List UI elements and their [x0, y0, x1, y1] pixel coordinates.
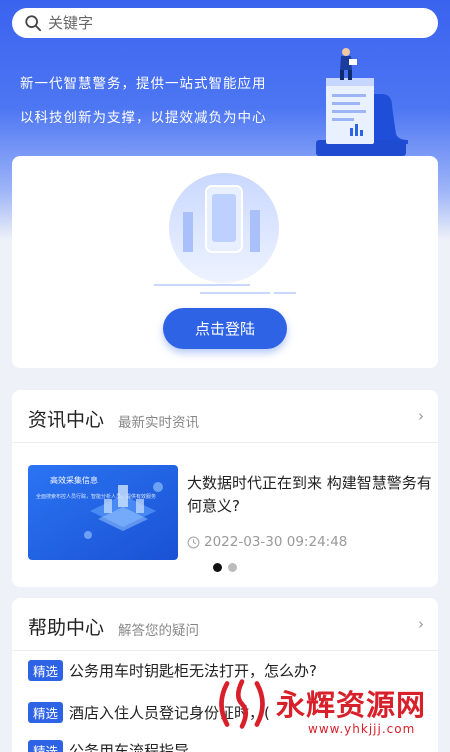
help-item-text: 公务用车流程指导: [69, 742, 190, 752]
hero-tagline-2: 以科技创新为支撑，以提效减负为中心: [20, 110, 267, 126]
news-date: 2022-03-30 09:24:48: [187, 534, 347, 550]
news-center-card: 资讯中心 最新实时资讯 › 高效采集信息 全面搜索布控人员行踪，智能分析人员，提…: [12, 390, 438, 587]
carousel-pager: [213, 563, 243, 572]
clock-icon: [187, 536, 200, 548]
search-icon: [25, 15, 42, 32]
thumbnail-title: 高效采集信息: [50, 476, 98, 485]
news-header[interactable]: 资讯中心 最新实时资讯 ›: [12, 390, 438, 443]
search-input[interactable]: [48, 14, 408, 32]
document-illustration: [316, 48, 408, 156]
help-list-item[interactable]: 精选 公务用车流程指导: [28, 740, 189, 752]
login-card: 点击登陆: [12, 156, 438, 368]
watermark-url: www.yhkjjj.com: [308, 722, 416, 736]
thumbnail-subtitle: 全面搜索布控人员行踪，智能分析人员，提供有效服务: [36, 494, 157, 500]
news-date-text: 2022-03-30 09:24:48: [204, 534, 348, 550]
pager-dot-1[interactable]: [213, 563, 222, 572]
search-bar[interactable]: [12, 8, 438, 38]
news-thumbnail[interactable]: 高效采集信息 全面搜索布控人员行踪，智能分析人员，提供有效服务: [28, 465, 178, 560]
news-headline[interactable]: 大数据时代正在到来 构建智慧警务有何意义?: [187, 472, 432, 518]
featured-badge: 精选: [28, 740, 64, 752]
hero-tagline-1: 新一代智慧警务，提供一站式智能应用: [20, 76, 267, 92]
chevron-right-icon[interactable]: ›: [418, 407, 424, 425]
phone-illustration: [154, 173, 296, 294]
featured-badge: 精选: [28, 660, 64, 681]
watermark-logo: [219, 679, 265, 729]
pager-dot-2[interactable]: [228, 563, 237, 572]
login-button[interactable]: 点击登陆: [163, 308, 287, 349]
site-watermark: 永辉资源网 www.yhkjjj.com: [210, 676, 450, 752]
news-subtitle: 最新实时资讯: [118, 415, 199, 431]
chevron-right-icon[interactable]: ›: [418, 615, 424, 633]
help-header[interactable]: 帮助中心 解答您的疑问 ›: [12, 598, 438, 651]
featured-badge: 精选: [28, 702, 64, 723]
help-title: 帮助中心: [28, 617, 105, 639]
news-title: 资讯中心: [28, 409, 105, 431]
help-subtitle: 解答您的疑问: [118, 623, 199, 639]
watermark-name: 永辉资源网: [276, 688, 427, 722]
